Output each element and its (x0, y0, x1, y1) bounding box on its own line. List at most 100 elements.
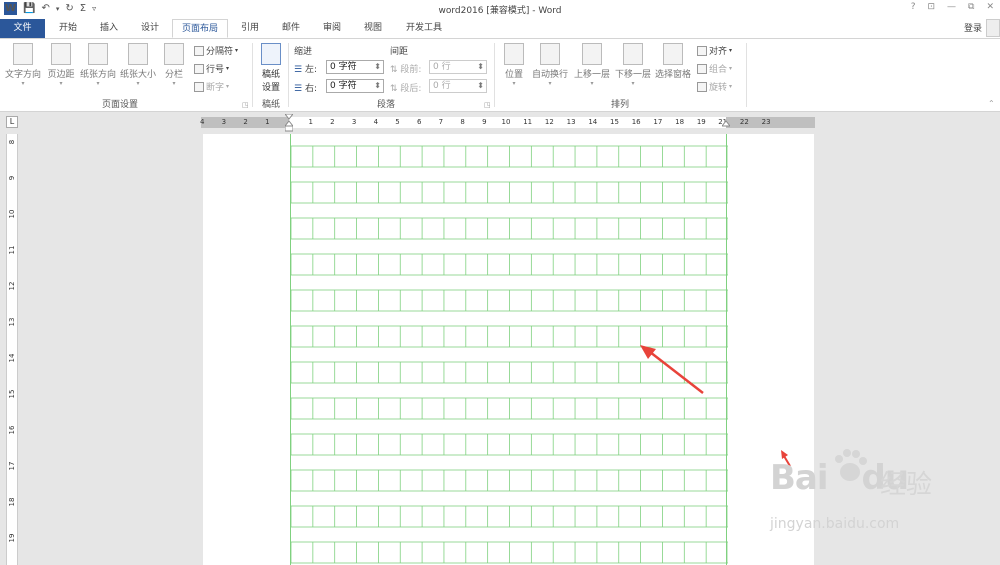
group-icon (697, 63, 707, 74)
indent-right-label: ☰ 右: (294, 81, 317, 94)
spacing-after-label: ⇅ 段后: (390, 81, 421, 94)
bring-forward-button[interactable]: 上移一层 ▾ (571, 43, 613, 87)
page-setup-group-label: 页面设置 (101, 100, 138, 110)
hyphenation-label: 断字 (206, 83, 225, 93)
tab-page-layout[interactable]: 页面布局 (172, 19, 228, 38)
ruler-number: 7 (438, 118, 444, 126)
chevron-down-icon: ▾ (226, 65, 230, 72)
chevron-down-icon: ▾ (729, 65, 733, 72)
chevron-down-icon: ▾ (226, 83, 230, 90)
tab-home[interactable]: 开始 (50, 19, 86, 38)
chevron-down-icon: ▾ (590, 80, 594, 87)
ruler-number: 22 (739, 118, 749, 126)
spacing-before-input[interactable]: 0 行 (429, 60, 487, 74)
tab-insert[interactable]: 插入 (91, 19, 127, 38)
indent-left-icon: ☰ (294, 65, 303, 75)
tab-view[interactable]: 视图 (355, 19, 391, 38)
ruler-number: 5 (395, 118, 400, 126)
ruler-number: 12 (544, 118, 554, 126)
indent-right-input[interactable]: 0 字符 (326, 79, 384, 93)
bring-forward-label: 上移一层 (573, 70, 610, 80)
restore-icon[interactable]: ⧉ (968, 2, 974, 12)
tab-references[interactable]: 引用 (232, 19, 268, 38)
tab-review[interactable]: 审阅 (314, 19, 350, 38)
orientation-icon (88, 43, 108, 65)
baidu-paw-icon (835, 449, 867, 481)
send-backward-label: 下移一层 (614, 70, 651, 80)
close-icon[interactable]: ✕ (986, 2, 994, 12)
vertical-ruler-number: 11 (8, 245, 16, 255)
ribbon-display-icon[interactable]: ⊡ (927, 2, 935, 12)
vertical-ruler-number: 16 (8, 425, 16, 435)
spacing-before-text: 段前: (400, 65, 422, 75)
spacing-before-icon: ⇅ (390, 65, 398, 75)
ruler-number: 9 (482, 118, 487, 126)
login-link[interactable]: 登录 (964, 21, 982, 34)
margins-button[interactable]: 页边距 ▾ (44, 43, 78, 87)
selection-pane-icon (663, 43, 683, 65)
ruler-number: 4 (199, 118, 205, 126)
tab-selector[interactable]: L (6, 116, 18, 128)
chevron-down-icon: ▾ (631, 80, 635, 87)
help-icon[interactable]: ? (911, 2, 916, 12)
watermark-url: jingyan.baidu.com (770, 516, 900, 532)
wrap-text-button[interactable]: 自动换行 ▾ (529, 43, 571, 87)
send-backward-button[interactable]: 下移一层 ▾ (612, 43, 654, 87)
right-indent-marker[interactable] (720, 114, 732, 132)
orientation-button[interactable]: 纸张方向 ▾ (78, 43, 118, 87)
left-indent-marker[interactable] (283, 113, 295, 132)
tab-file[interactable]: 文件 (0, 19, 45, 38)
vertical-scrollbar[interactable] (992, 112, 1000, 565)
vertical-ruler-number: 15 (8, 389, 16, 399)
tab-mailings[interactable]: 邮件 (273, 19, 309, 38)
indent-left-label: ☰ 左: (294, 62, 317, 75)
vertical-ruler-number: 8 (8, 139, 16, 145)
avatar[interactable] (986, 19, 1000, 37)
manuscript-settings-button[interactable]: 稿纸 设置 (258, 43, 284, 93)
line-numbers-button[interactable]: 行号 ▾ (194, 62, 229, 75)
align-button[interactable]: 对齐 ▾ (697, 44, 732, 57)
columns-button[interactable]: 分栏 ▾ (160, 43, 188, 87)
baidu-watermark: Bai du 经验 jingyan.baidu.com (770, 449, 932, 532)
chevron-down-icon: ▾ (172, 80, 176, 87)
jingyan-text: 经验 (880, 470, 933, 500)
text-direction-button[interactable]: 文字方向 ▾ (4, 43, 42, 87)
chevron-down-icon: ▾ (59, 80, 63, 87)
rotate-button[interactable]: 旋转 ▾ (697, 80, 732, 93)
indent-right-text: 右: (304, 84, 317, 94)
rotate-label: 旋转 (709, 83, 728, 93)
manuscript-grid[interactable] (290, 134, 729, 565)
selection-pane-button[interactable]: 选择窗格 (652, 43, 694, 80)
spacing-after-icon: ⇅ (390, 84, 398, 94)
group-divider (746, 43, 747, 107)
tab-developer[interactable]: 开发工具 (396, 19, 452, 38)
vertical-ruler-number: 18 (8, 497, 16, 507)
group-button[interactable]: 组合 ▾ (697, 62, 732, 75)
chevron-down-icon: ▾ (729, 47, 733, 54)
ruler-number: 23 (761, 118, 771, 126)
manuscript-group-label: 稿纸 (261, 100, 280, 110)
position-label: 位置 (504, 70, 523, 80)
dialog-launcher-icon[interactable]: ◳ (484, 101, 491, 109)
position-button[interactable]: 位置 ▾ (500, 43, 528, 87)
indent-left-input[interactable]: 0 字符 (326, 60, 384, 74)
breaks-button[interactable]: 分隔符 ▾ (194, 44, 238, 57)
arrange-group-label: 排列 (610, 100, 629, 110)
baidu-logo-part1: Bai (770, 458, 829, 498)
minimize-icon[interactable]: — (947, 2, 956, 12)
ruler-number: 1 (308, 118, 313, 126)
dialog-launcher-icon[interactable]: ◳ (242, 101, 249, 109)
position-icon (504, 43, 524, 65)
hyphenation-button[interactable]: 断字 ▾ (194, 80, 229, 93)
tab-design[interactable]: 设计 (132, 19, 168, 38)
collapse-ribbon-icon[interactable]: ⌃ (988, 99, 995, 108)
size-button[interactable]: 纸张大小 ▾ (118, 43, 158, 87)
group-divider (252, 43, 253, 107)
hyphenation-icon (194, 81, 204, 92)
vertical-ruler-number: 14 (8, 353, 16, 363)
ruler-number: 4 (373, 118, 379, 126)
ruler-number: 3 (221, 118, 227, 126)
window-controls: ? ⊡ — ⧉ ✕ (911, 2, 994, 12)
spacing-after-input[interactable]: 0 行 (429, 79, 487, 93)
ribbon-page-layout: 文字方向 ▾ 页边距 ▾ 纸张方向 ▾ 纸张大小 ▾ 分栏 ▾ 分隔符 ▾ 行号… (0, 38, 1000, 112)
